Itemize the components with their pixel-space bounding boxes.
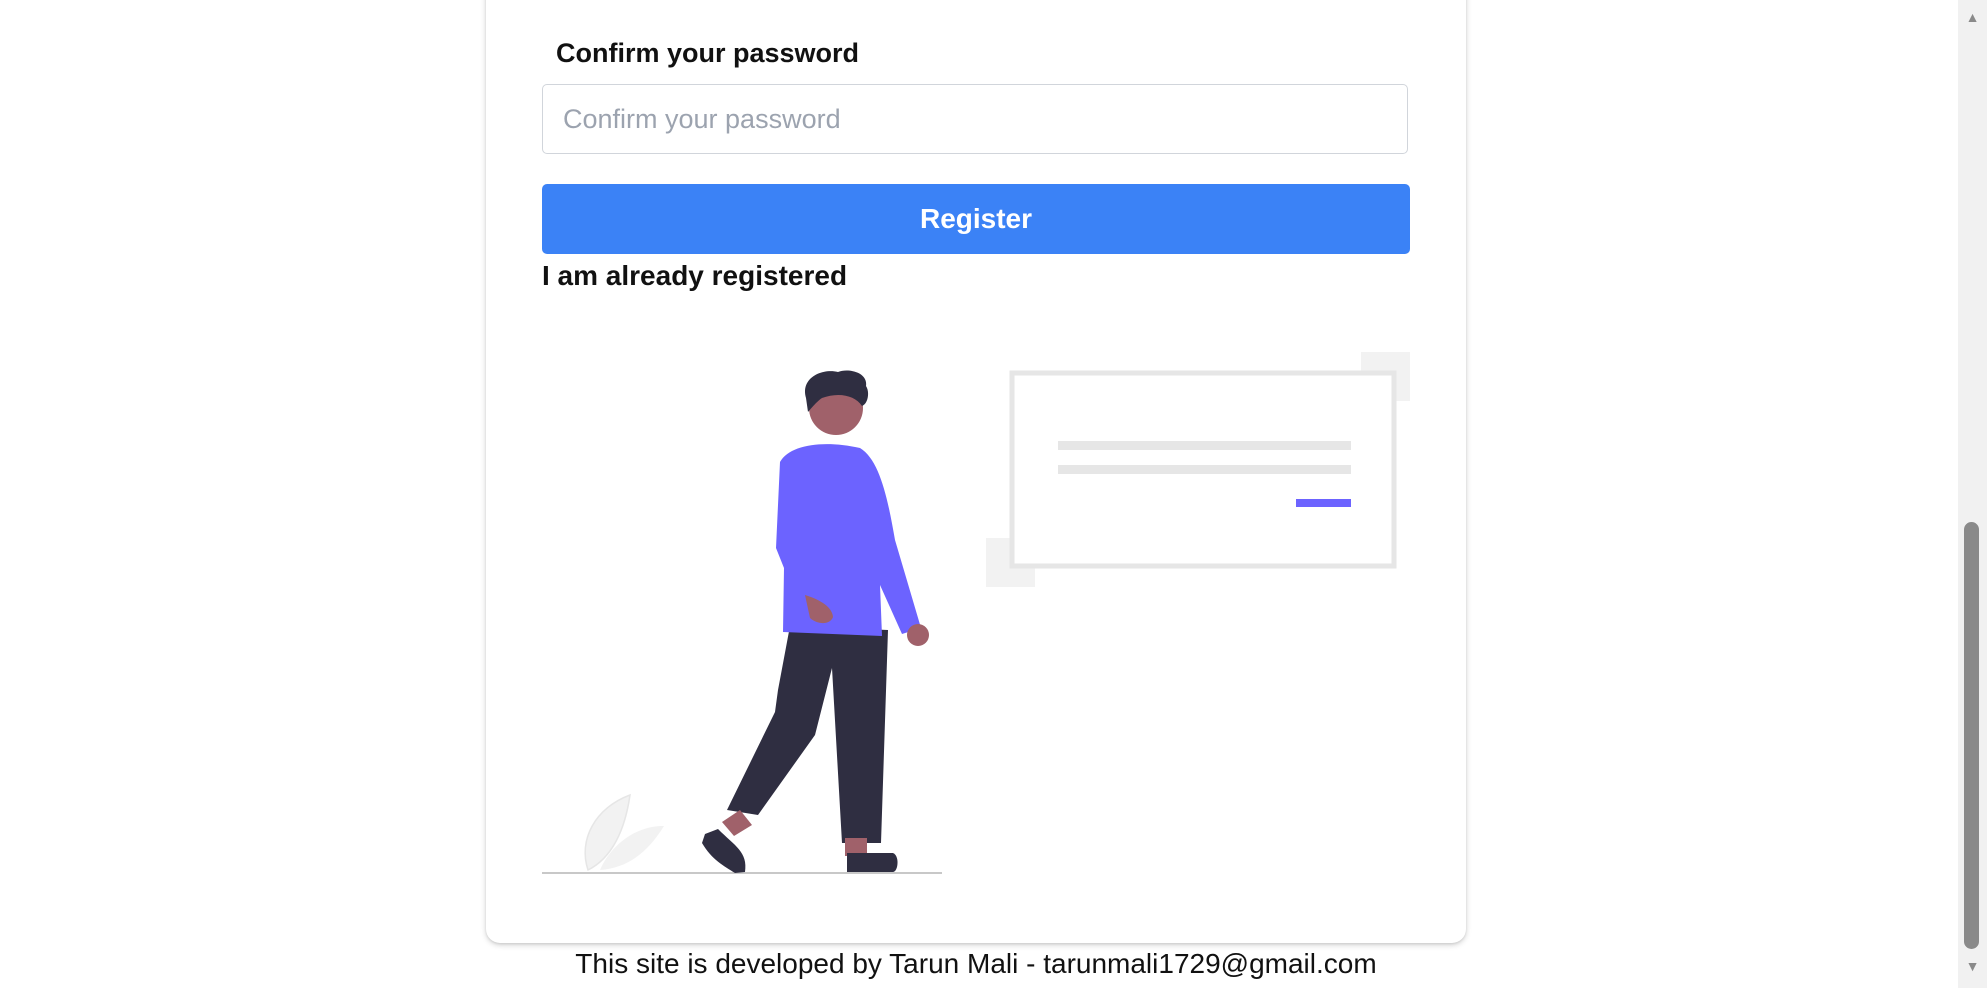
confirm-password-label: Confirm your password [556,38,860,68]
card-accent-line [1296,499,1351,507]
vertical-scrollbar[interactable]: ▲ ▼ [1958,0,1987,988]
person-shirt [776,444,921,636]
card-line-2 [1058,465,1351,474]
confirm-password-input[interactable] [542,84,1408,154]
person-shoe-left [702,829,746,873]
scroll-down-arrow-icon[interactable]: ▼ [1958,955,1987,977]
person-pants [727,626,888,843]
scroll-up-arrow-icon[interactable]: ▲ [1958,6,1987,28]
person-hand-right [907,624,929,646]
person-shoe-right [847,853,898,872]
card-line-1 [1058,441,1351,450]
register-button[interactable]: Register [542,184,1410,254]
footer-credit: This site is developed by Tarun Mali - t… [575,948,1377,979]
person-with-card-illustration [542,352,1410,874]
person-ankle-left [722,810,752,836]
already-registered-link[interactable]: I am already registered [542,260,847,292]
scrollbar-thumb[interactable] [1964,522,1979,949]
page: Confirm your password Register I am alre… [0,0,1987,988]
